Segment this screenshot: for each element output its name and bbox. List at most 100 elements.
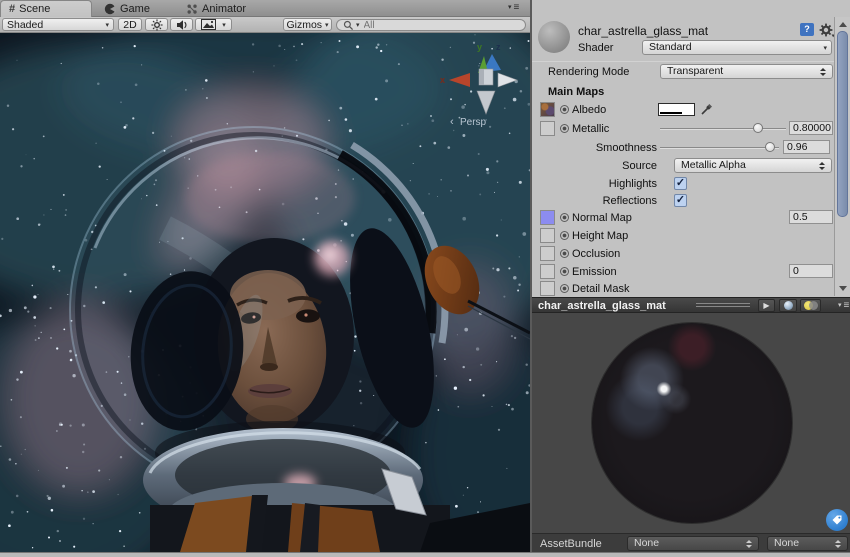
slider-track (660, 147, 779, 149)
metallic-slider[interactable] (660, 122, 786, 135)
highlights-row: Highlights ✓ (532, 176, 834, 193)
gizmos-label: Gizmos (286, 19, 322, 31)
preview-pane-menu[interactable]: ▾ ≡ (838, 301, 849, 311)
shader-value: Standard (649, 41, 692, 53)
chevron-down-icon: ▾ (105, 21, 109, 29)
emission-label: Emission (572, 266, 617, 278)
albedo-color-swatch[interactable] (658, 103, 695, 116)
slider-knob[interactable] (765, 142, 775, 152)
drag-handle-icon[interactable] (696, 303, 750, 309)
inspector-panel: char_astrella_glass_mat ? Shader Standar… (530, 0, 850, 552)
highlights-label: Highlights (532, 178, 657, 190)
pane-menu-lines-icon: ≡ (844, 301, 850, 311)
detail-mask-texture-thumbnail[interactable] (540, 281, 555, 296)
help-icon[interactable]: ? (800, 23, 814, 36)
assetbundle-variant-dropdown[interactable]: None (767, 536, 848, 551)
normal-map-row: Normal Map 0.5 (532, 210, 834, 227)
sun-icon (151, 19, 163, 31)
2d-toggle-label: 2D (123, 19, 136, 31)
albedo-texture-thumbnail[interactable] (540, 102, 555, 117)
height-map-target-icon[interactable] (560, 231, 569, 240)
scene-search-field[interactable]: ▾ (336, 19, 526, 31)
emission-row: Emission 0 (532, 264, 834, 281)
chevron-down-icon: ▾ (222, 21, 226, 29)
height-map-texture-thumbnail[interactable] (540, 228, 555, 243)
preview-lighting-button[interactable] (800, 299, 821, 312)
tab-animator-label: Animator (202, 3, 246, 15)
normal-map-value-field[interactable]: 0.5 (789, 210, 833, 224)
source-row: Source Metallic Alpha (532, 158, 834, 175)
animator-icon (186, 3, 198, 15)
eyedropper-icon[interactable] (700, 103, 713, 116)
occlusion-target-icon[interactable] (560, 249, 569, 258)
normal-map-label: Normal Map (572, 212, 632, 224)
slider-knob[interactable] (753, 123, 763, 133)
source-dropdown[interactable]: Metallic Alpha (674, 158, 832, 173)
tab-animator[interactable]: Animator (178, 0, 254, 17)
smoothness-slider[interactable] (660, 141, 779, 154)
scroll-up-icon[interactable] (839, 22, 847, 27)
emission-texture-thumbnail[interactable] (540, 264, 555, 279)
shader-dropdown[interactable]: Standard ▾ (642, 40, 832, 55)
normal-map-texture-thumbnail[interactable] (540, 210, 555, 225)
assetbundle-bar: AssetBundle None None (532, 533, 850, 552)
material-preview-icon (538, 21, 570, 53)
reflections-label: Reflections (532, 195, 657, 207)
scene-3d-render: x y z ‹ Persp (0, 33, 530, 552)
nebula-reflection (314, 240, 350, 276)
pane-menu-arrow-icon: ▾ (838, 301, 842, 311)
assetbundle-tag-button[interactable] (826, 509, 848, 531)
metallic-value-field[interactable]: 0.80000 (789, 121, 833, 135)
occlusion-texture-thumbnail[interactable] (540, 246, 555, 261)
material-name: char_astrella_glass_mat (578, 24, 708, 38)
preview-play-button[interactable]: ▶ (758, 299, 775, 312)
detail-mask-label: Detail Mask (572, 283, 629, 295)
scene-pane-menu[interactable]: ▾ ≡ (508, 3, 519, 13)
rendering-mode-value: Transparent (667, 65, 723, 77)
scene-effects-dropdown[interactable]: ▾ (195, 18, 232, 31)
scroll-down-icon[interactable] (839, 286, 847, 291)
tab-scene-label: Scene (19, 3, 50, 15)
gizmos-dropdown[interactable]: Gizmos ▾ (283, 18, 332, 31)
main-maps-header: Main Maps (548, 86, 604, 98)
window-bottom-strip (0, 552, 850, 557)
tab-game[interactable]: Game (96, 0, 158, 17)
detail-mask-target-icon[interactable] (560, 284, 569, 293)
metallic-row: Metallic 0.80000 (532, 121, 834, 138)
scene-lighting-button[interactable] (145, 18, 168, 31)
gear-icon[interactable] (819, 23, 835, 38)
albedo-label: Albedo (572, 104, 606, 116)
preview-title: char_astrella_glass_mat (538, 300, 666, 312)
emission-value-field[interactable]: 0 (789, 264, 833, 278)
metallic-target-icon[interactable] (560, 124, 569, 133)
preview-shape-button[interactable] (779, 299, 797, 312)
highlights-checkbox[interactable]: ✓ (674, 177, 687, 190)
slider-track (660, 128, 786, 130)
scene-viewport[interactable]: x y z ‹ Persp (0, 33, 530, 552)
unity-editor-window: # Scene Game Animator ▾ ≡ Shaded ▾ (0, 0, 850, 557)
metallic-texture-thumbnail[interactable] (540, 121, 555, 136)
normal-map-target-icon[interactable] (560, 213, 569, 222)
reflections-checkbox[interactable]: ✓ (674, 194, 687, 207)
source-label: Source (532, 160, 657, 172)
material-preview-area[interactable] (532, 313, 850, 533)
assetbundle-dropdown[interactable]: None (627, 536, 759, 551)
tab-scene[interactable]: # Scene (0, 0, 92, 17)
inspector-scrollbar[interactable] (834, 17, 850, 296)
check-icon: ✓ (675, 178, 686, 189)
preview-header[interactable]: char_astrella_glass_mat ▶ ▾ ≡ (532, 297, 850, 313)
shading-mode-dropdown[interactable]: Shaded ▾ (2, 18, 114, 31)
assetbundle-value: None (634, 537, 659, 549)
metallic-label: Metallic (572, 123, 609, 135)
smoothness-value-field[interactable]: 0.96 (783, 140, 830, 154)
light-off-icon (809, 301, 818, 310)
search-input[interactable] (362, 19, 502, 32)
smoothness-row: Smoothness 0.96 (532, 140, 834, 157)
2d-toggle-button[interactable]: 2D (118, 18, 142, 31)
emission-target-icon[interactable] (560, 267, 569, 276)
albedo-target-icon[interactable] (560, 105, 569, 114)
rendering-mode-dropdown[interactable]: Transparent (660, 64, 833, 79)
scrollbar-thumb[interactable] (837, 31, 848, 217)
scene-audio-button[interactable] (170, 18, 193, 31)
scene-grid-icon: # (9, 3, 15, 15)
